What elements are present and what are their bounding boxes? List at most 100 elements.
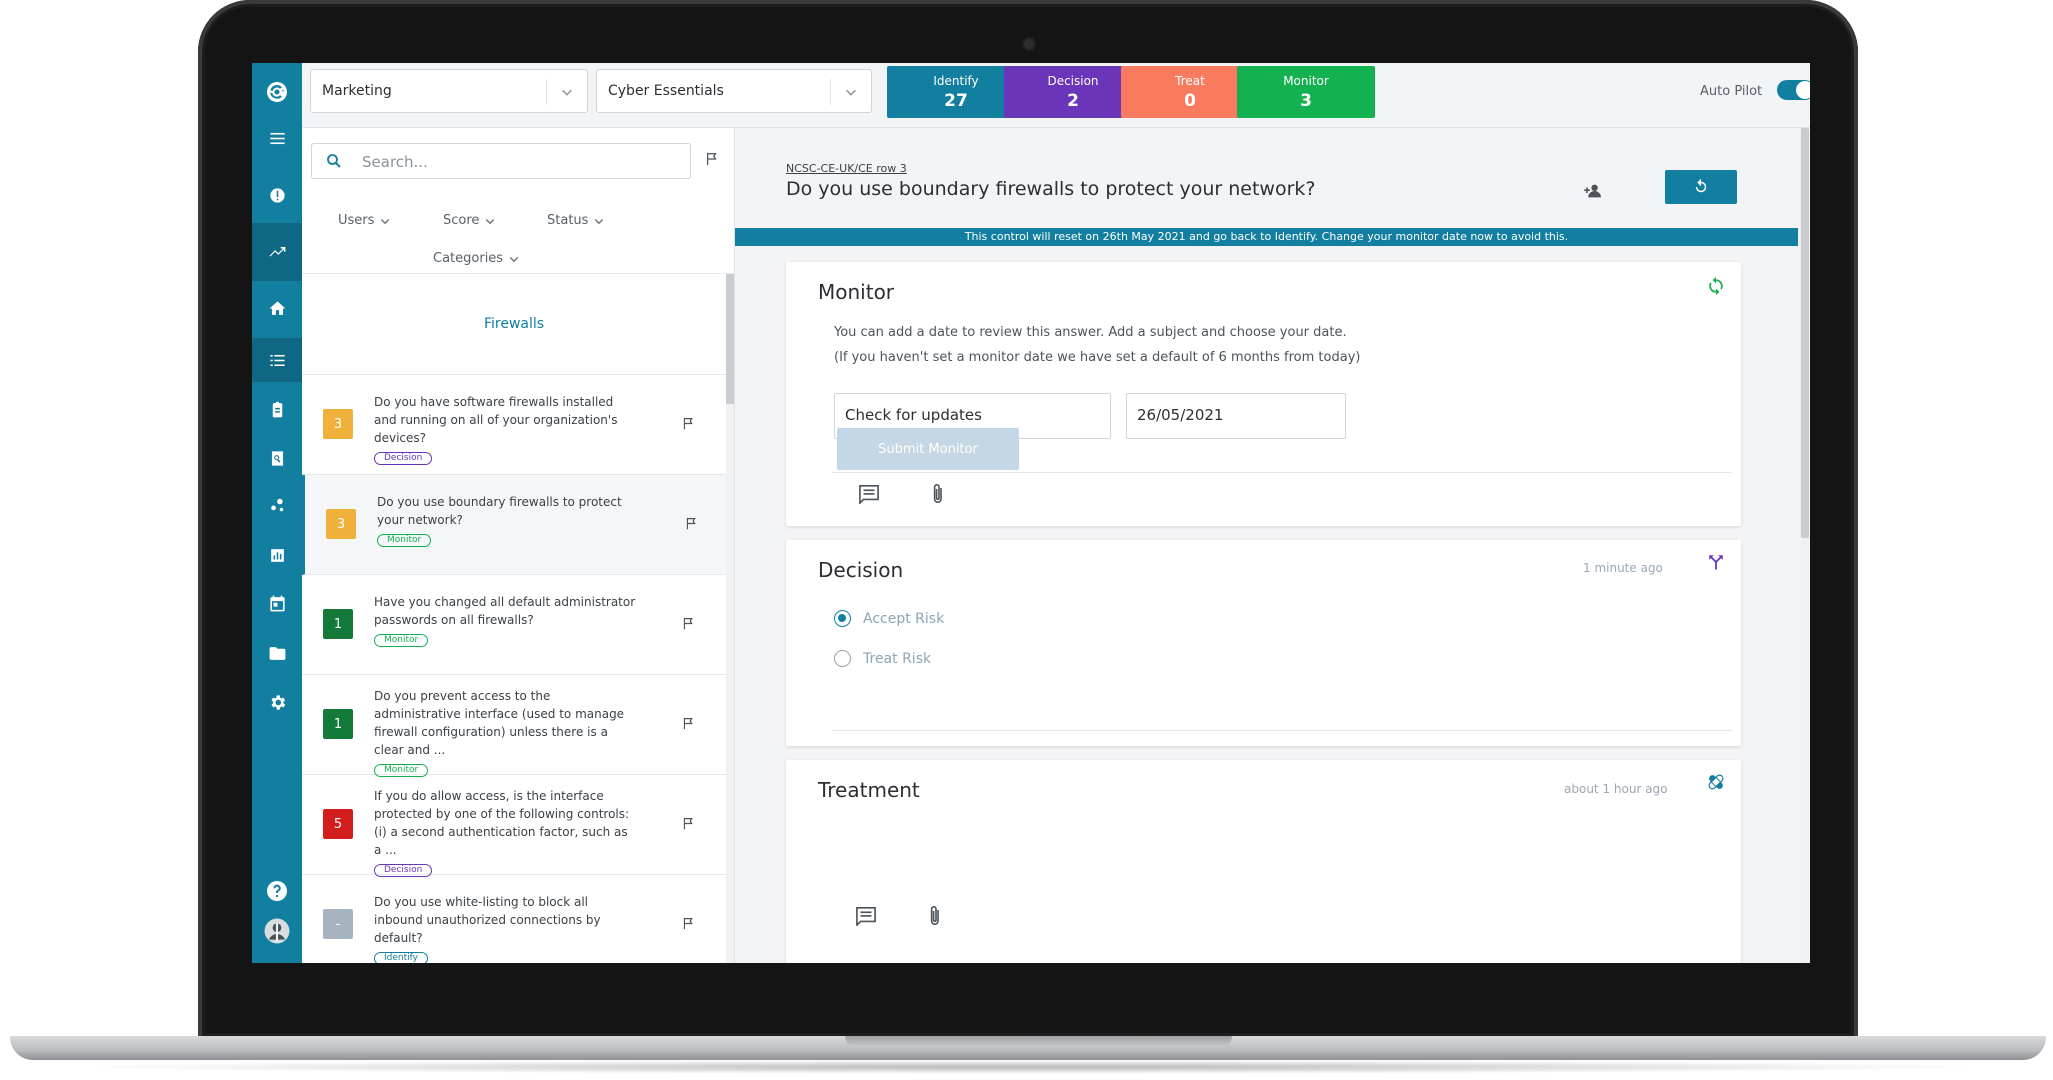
list-icon[interactable] — [252, 338, 302, 382]
breadcrumb[interactable]: NCSC-CE-UK/CE row 3 — [786, 162, 907, 175]
question-item[interactable]: - Do you use white-listing to block all … — [302, 875, 726, 963]
question-text: Do you use white-listing to block all in… — [374, 895, 601, 945]
score-badge: - — [323, 909, 353, 939]
monitor-title: Monitor — [818, 280, 895, 304]
chevron-down-icon — [381, 218, 390, 224]
question-text-block: If you do allow access, is the interface… — [374, 787, 636, 877]
question-text-block: Do you have software firewalls installed… — [374, 393, 636, 465]
option-label: Accept Risk — [863, 610, 945, 627]
question-item[interactable]: 3 Do you have software firewalls install… — [302, 375, 726, 475]
question-text: Do you prevent access to the administrat… — [374, 689, 625, 757]
status-tag: Monitor — [377, 534, 432, 547]
chart-icon[interactable] — [252, 533, 302, 577]
scrollbar-thumb[interactable] — [1801, 128, 1809, 538]
reset-button[interactable] — [1665, 170, 1737, 204]
comment-icon[interactable] — [858, 484, 880, 504]
treatment-title: Treatment — [818, 778, 920, 802]
search-doc-icon[interactable] — [252, 436, 302, 480]
filter-status-label: Status — [547, 213, 589, 228]
question-text-block: Do you prevent access to the administrat… — [374, 687, 636, 777]
filter-status[interactable]: Status — [547, 213, 605, 228]
framework-value: Cyber Essentials — [608, 83, 724, 99]
bandage-icon[interactable] — [1706, 772, 1726, 792]
calendar-icon[interactable] — [252, 581, 302, 625]
divider — [832, 472, 1732, 473]
menu-icon[interactable] — [252, 116, 302, 160]
question-text-block: Do you use white-listing to block all in… — [374, 893, 636, 963]
question-text: Do you have software firewalls installed… — [374, 395, 618, 445]
question-item-selected[interactable]: 3 Do you use boundary firewalls to prote… — [302, 475, 726, 575]
option-treat-risk[interactable]: Treat Risk — [834, 650, 931, 667]
gear-icon[interactable] — [252, 680, 302, 724]
autopilot-toggle[interactable] — [1777, 80, 1810, 100]
search-icon — [327, 154, 341, 168]
assign-user-icon[interactable] — [1583, 183, 1603, 199]
option-accept-risk[interactable]: Accept Risk — [834, 610, 944, 627]
laptop-base — [10, 1036, 2046, 1060]
filter-score[interactable]: Score — [443, 213, 496, 228]
search-input[interactable] — [360, 150, 684, 174]
framework-select[interactable]: Cyber Essentials — [596, 69, 872, 113]
flag-icon[interactable] — [682, 417, 695, 430]
network-icon[interactable] — [252, 483, 302, 527]
detail-scrollbar[interactable] — [1800, 128, 1810, 963]
camera — [1024, 39, 1034, 49]
status-tag: Decision — [374, 452, 433, 465]
status-tag: Identify — [374, 952, 428, 963]
decision-branch-icon[interactable] — [1707, 552, 1725, 572]
laptop-notch — [845, 1036, 1232, 1047]
chevron-down-icon — [546, 79, 587, 105]
department-select[interactable]: Marketing — [310, 69, 588, 113]
status-tag: Monitor — [374, 634, 429, 647]
folder-icon[interactable] — [252, 631, 302, 675]
question-item[interactable]: 1 Have you changed all default administr… — [302, 575, 726, 675]
question-list-panel: Users Score Status Categories Firewalls … — [302, 128, 735, 963]
search-box — [311, 143, 691, 179]
filter-users[interactable]: Users — [338, 213, 391, 228]
trend-icon[interactable] — [252, 223, 302, 281]
help-icon[interactable] — [252, 869, 302, 913]
home-icon[interactable] — [252, 286, 302, 330]
undo-icon — [1695, 178, 1707, 193]
divider — [832, 730, 1732, 731]
flag-filter-icon[interactable] — [705, 152, 719, 166]
stat-monitor[interactable]: Monitor 3 — [1237, 66, 1375, 118]
chevron-down-icon — [830, 79, 871, 105]
reset-warning-banner: This control will reset on 26th May 2021… — [735, 228, 1798, 246]
attachment-icon[interactable] — [930, 482, 946, 506]
submit-monitor-button[interactable]: Submit Monitor — [837, 428, 1019, 470]
radio-checked[interactable] — [834, 610, 851, 627]
page-title: Do you use boundary firewalls to protect… — [786, 178, 1316, 200]
sidebar-rail — [252, 63, 302, 963]
laptop-shadow — [60, 1060, 1996, 1074]
flag-icon[interactable] — [682, 917, 695, 930]
monitor-date-field[interactable]: 26/05/2021 — [1126, 393, 1346, 439]
radio-unchecked[interactable] — [834, 650, 851, 667]
score-badge: 1 — [323, 709, 353, 739]
filter-categories[interactable]: Categories — [433, 251, 520, 266]
alert-icon[interactable] — [252, 173, 302, 217]
department-value: Marketing — [322, 83, 392, 99]
list-scrollbar[interactable] — [726, 274, 734, 963]
refresh-icon[interactable] — [1706, 276, 1726, 296]
flag-icon[interactable] — [685, 517, 698, 530]
monitor-help-line: You can add a date to review this answer… — [834, 325, 1347, 340]
scrollbar-thumb[interactable] — [726, 274, 734, 404]
question-item[interactable]: 1 Do you prevent access to the administr… — [302, 675, 726, 777]
category-heading[interactable]: Firewalls — [302, 274, 726, 375]
flag-icon[interactable] — [682, 717, 695, 730]
chevron-down-icon — [486, 218, 495, 224]
filter-users-label: Users — [338, 213, 375, 228]
question-item[interactable]: 5 If you do allow access, is the interfa… — [302, 775, 726, 877]
score-badge: 3 — [323, 409, 353, 439]
logo-icon[interactable] — [252, 67, 302, 117]
avatar[interactable] — [252, 909, 302, 953]
clipboard-icon[interactable] — [252, 387, 302, 431]
score-badge: 1 — [323, 609, 353, 639]
stat-label: Monitor — [1283, 74, 1329, 88]
question-detail: NCSC-CE-UK/CE row 3 Do you use boundary … — [735, 128, 1798, 963]
flag-icon[interactable] — [682, 617, 695, 630]
flag-icon[interactable] — [682, 817, 695, 830]
app-screen: Marketing Cyber Essentials Identify 27 D… — [252, 63, 1810, 963]
score-badge: 3 — [326, 509, 356, 539]
